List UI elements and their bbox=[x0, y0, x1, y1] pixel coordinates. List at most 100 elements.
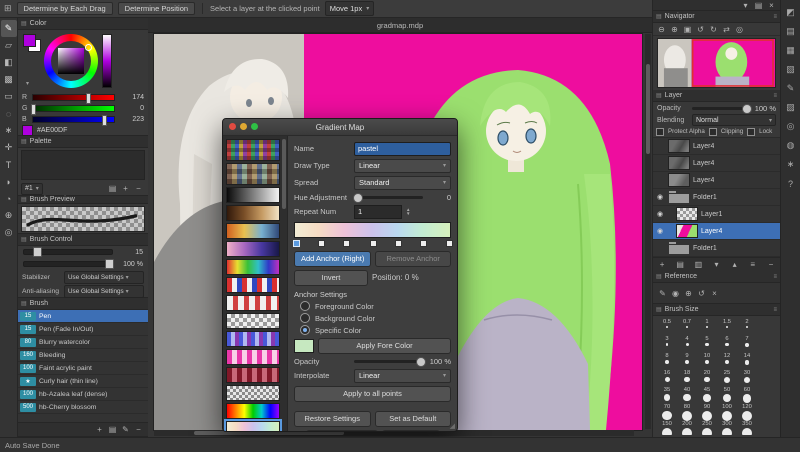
collapse-panel-icon[interactable]: ▾ bbox=[739, 0, 752, 11]
brush-size-item[interactable]: 0.7 bbox=[677, 318, 697, 335]
gradient-anchor[interactable] bbox=[420, 240, 427, 247]
panel-menu-icon[interactable]: ▤ bbox=[752, 0, 765, 11]
ref-rotate-icon[interactable]: ↺ bbox=[695, 288, 708, 299]
resize-grip-icon[interactable]: ◢ bbox=[450, 422, 455, 430]
apply-to-all-points-button[interactable]: Apply to all points bbox=[294, 386, 451, 402]
flip-view-icon[interactable]: ⇄ bbox=[720, 24, 733, 35]
color-panel-tab-icon[interactable]: ◩ bbox=[783, 3, 799, 22]
gradient-preset[interactable] bbox=[226, 163, 280, 185]
anchor-color-swatch[interactable] bbox=[294, 339, 314, 353]
layer-row[interactable]: ◉Folder1 bbox=[653, 189, 780, 206]
brush-size-item[interactable]: 80 bbox=[677, 403, 697, 420]
brush-size-item[interactable]: 9 bbox=[677, 352, 697, 369]
ref-clear-icon[interactable]: × bbox=[708, 288, 721, 299]
brush-size-item[interactable]: 2 bbox=[737, 318, 757, 335]
minimize-window-icon[interactable] bbox=[240, 123, 247, 130]
brush-size-item[interactable]: 0.5 bbox=[657, 318, 677, 335]
slider-thumb[interactable] bbox=[33, 247, 42, 257]
brush-size-item[interactable]: 1.5 bbox=[717, 318, 737, 335]
brush-size-item[interactable]: 3 bbox=[657, 335, 677, 352]
brush-size-item[interactable]: 40 bbox=[677, 386, 697, 403]
close-window-icon[interactable] bbox=[229, 123, 236, 130]
reference-tab-icon[interactable]: ◎ bbox=[783, 117, 799, 136]
lock-checkbox[interactable] bbox=[747, 128, 755, 136]
brush-size-slider[interactable] bbox=[23, 249, 113, 255]
brush-size-item[interactable]: 350 bbox=[737, 420, 757, 435]
rotate-left-icon[interactable]: ↺ bbox=[694, 24, 707, 35]
brush-size-item[interactable]: 1 bbox=[697, 318, 717, 335]
brush-preview-header[interactable]: ▤Brush Preview bbox=[18, 196, 148, 204]
fit-window-icon[interactable]: ▣ bbox=[681, 24, 694, 35]
green-track[interactable] bbox=[32, 105, 115, 112]
eyedropper-tool-icon[interactable]: ◗ bbox=[1, 173, 17, 190]
anchor-opacity-slider[interactable] bbox=[354, 360, 423, 363]
brush-size-item[interactable]: 30 bbox=[737, 369, 757, 386]
ref-zoom-icon[interactable]: ⊕ bbox=[682, 288, 695, 299]
reset-view-icon[interactable]: ◎ bbox=[733, 24, 746, 35]
brush-item[interactable]: ★Curly hair (thin line) bbox=[18, 375, 148, 388]
cancel-button[interactable]: Cancel bbox=[306, 430, 378, 433]
brush-size-item[interactable]: 10 bbox=[697, 352, 717, 369]
brush-item[interactable]: 15Pen (Fade In/Out) bbox=[18, 323, 148, 336]
brush-size-item[interactable]: 18 bbox=[677, 369, 697, 386]
gradient-preset[interactable] bbox=[226, 421, 280, 431]
text-tool-icon[interactable]: T bbox=[1, 156, 17, 173]
remove-anchor-button[interactable]: Remove Anchor bbox=[375, 251, 451, 267]
gradient-anchor[interactable] bbox=[395, 240, 402, 247]
brush-item[interactable]: 160Bleeding bbox=[18, 349, 148, 362]
brush-size-item[interactable]: 100 bbox=[717, 403, 737, 420]
gradient-name-input[interactable]: pastel bbox=[354, 142, 451, 156]
zoom-tool-icon[interactable]: ⊕ bbox=[1, 207, 17, 224]
background-color-radio-row[interactable]: Background Color bbox=[300, 313, 451, 323]
add-anchor-button[interactable]: Add Anchor (Right) bbox=[294, 251, 371, 267]
spread-select[interactable]: Standard▾ bbox=[354, 176, 451, 190]
brush-item[interactable]: 80Blurry watercolor bbox=[18, 336, 148, 349]
palette-menu-icon[interactable]: ▤ bbox=[106, 183, 119, 194]
material-tab-icon[interactable]: ▨ bbox=[783, 98, 799, 117]
gradient-tool-icon[interactable]: ▩ bbox=[1, 71, 17, 88]
app-grid-icon[interactable]: ⊞ bbox=[4, 3, 12, 14]
specific-color-radio-row[interactable]: Specific Color bbox=[300, 325, 451, 335]
move-layer-up-icon[interactable]: ▴ bbox=[728, 259, 741, 270]
color-wheel[interactable] bbox=[44, 34, 98, 88]
brush-size-item[interactable]: 250 bbox=[697, 420, 717, 435]
brush-size-item[interactable]: 120 bbox=[737, 403, 757, 420]
palette-slot-select[interactable]: #1▾ bbox=[21, 183, 43, 195]
brush-folder-icon[interactable]: ▤ bbox=[106, 424, 119, 435]
gradient-anchor[interactable] bbox=[370, 240, 377, 247]
palette-add-icon[interactable]: + bbox=[119, 183, 132, 194]
gradient-preset[interactable] bbox=[226, 349, 280, 365]
navigator-header[interactable]: ▤Navigator≡ bbox=[653, 11, 780, 23]
layer-row[interactable]: ◉Layer4 bbox=[653, 223, 780, 240]
brush-panel-header[interactable]: ▤Brush bbox=[18, 298, 148, 310]
zoom-in-icon[interactable]: ⊕ bbox=[668, 24, 681, 35]
gradient-anchor[interactable] bbox=[293, 240, 300, 247]
brush-size-item[interactable]: 4 bbox=[677, 335, 697, 352]
stepper-icons[interactable]: ▲▼ bbox=[406, 208, 410, 216]
blue-channel-slider[interactable]: B 223 bbox=[18, 114, 148, 125]
new-layer-icon[interactable]: + bbox=[656, 259, 669, 270]
brush-opacity-slider[interactable] bbox=[23, 261, 113, 267]
gradient-anchor[interactable] bbox=[318, 240, 325, 247]
bucket-tool-icon[interactable]: ◧ bbox=[1, 54, 17, 71]
radio-icon[interactable] bbox=[300, 325, 310, 335]
gradient-preset[interactable] bbox=[226, 139, 280, 161]
gradient-anchor[interactable] bbox=[446, 240, 453, 247]
hue-adjust-slider[interactable] bbox=[354, 196, 423, 199]
layer-menu-icon[interactable]: ≡ bbox=[746, 259, 759, 270]
gradient-preset[interactable] bbox=[226, 187, 280, 203]
step-down-icon[interactable]: ▼ bbox=[406, 212, 410, 216]
draw-type-select[interactable]: Linear▾ bbox=[354, 159, 451, 173]
delete-brush-icon[interactable]: − bbox=[132, 424, 145, 435]
brush-size-item[interactable]: 12 bbox=[717, 352, 737, 369]
brush-size-item[interactable]: 16 bbox=[657, 369, 677, 386]
red-channel-slider[interactable]: R 174 bbox=[18, 92, 148, 103]
gradient-preview-bar[interactable] bbox=[294, 222, 451, 238]
slider-thumb[interactable] bbox=[353, 193, 363, 203]
canvas-vertical-scrollbar[interactable] bbox=[645, 34, 651, 429]
green-channel-slider[interactable]: G 0 bbox=[18, 103, 148, 114]
help-tab-icon[interactable]: ? bbox=[783, 174, 799, 193]
protect-alpha-checkbox[interactable] bbox=[656, 128, 664, 136]
hex-value[interactable]: #AE00DF bbox=[37, 127, 67, 134]
color-panel-header[interactable]: ▤Color bbox=[18, 18, 148, 30]
